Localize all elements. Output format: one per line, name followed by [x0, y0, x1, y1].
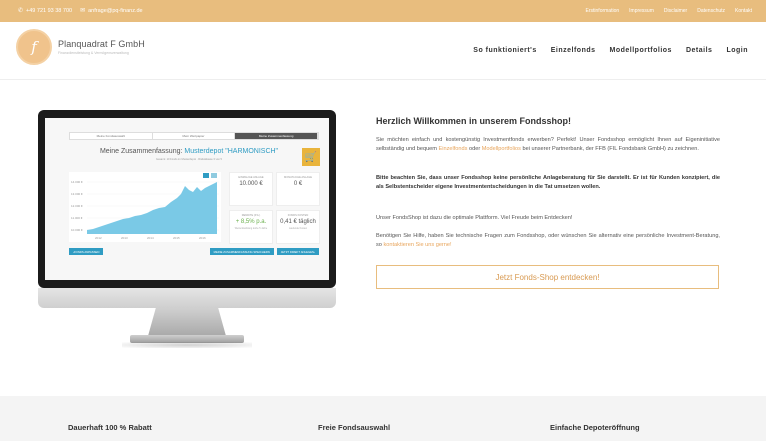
link-kontakt[interactable]: Kontakt: [735, 8, 752, 14]
nav-details[interactable]: Details: [686, 47, 712, 54]
nav-modellportfolios[interactable]: Modellportfolios: [610, 47, 672, 54]
kpi-kosten: FONDS KOSTEN 0,41 € täglich Laufende Kos…: [276, 210, 320, 244]
link-einzelfonds[interactable]: Einzelfonds: [439, 146, 468, 152]
screen-action-bar: ‹ FONDS ANPASSEN MEINE ZUSAMMENFASSUNG S…: [69, 248, 319, 256]
y-tick-13000: 13.000 €: [71, 192, 83, 196]
chart-toggle-button[interactable]: [203, 173, 209, 178]
monitor-chin: [38, 288, 336, 308]
x-tick-2012: 2012: [95, 236, 102, 240]
monitor-shadow: [122, 342, 252, 348]
x-tick-2013: 2013: [121, 236, 128, 240]
performance-chart: 14.000 € 13.000 € 12.000 € 11.000 € 10.0…: [69, 172, 221, 242]
logo-tagline: Finanzdienstleistung & Vermögensverwaltu…: [58, 51, 129, 55]
top-bar: ✆ +49 721 93 38 700 ✉ anfrage@pq-finanz.de…: [0, 0, 766, 22]
y-tick-14000: 14.000 €: [71, 180, 83, 184]
y-tick-10000: 10.000 €: [71, 228, 83, 232]
hero-paragraph-disclaimer: Bitte beachten Sie, dass unser Fondsshop…: [376, 175, 720, 190]
hero-paragraph-platform: Unser FondsShop ist dazu die optimale Pl…: [376, 215, 573, 221]
step-fondsauswahl: Meine Fondsauswahl: [70, 133, 153, 139]
nav-login[interactable]: Login: [726, 47, 748, 54]
feature-fondsauswahl: Freie Fondsauswahl: [318, 423, 391, 432]
discover-shop-button[interactable]: Jetzt Fonds-Shop entdecken!: [376, 265, 719, 289]
performance-area: [87, 182, 217, 234]
main-nav: So funktioniert's Einzelfonds Modellport…: [473, 47, 748, 54]
feature-depoteroeffnung: Einfache Depoteröffnung: [550, 423, 640, 432]
y-tick-11000: 11.000 €: [71, 216, 83, 220]
monitor-screen: Meine Fondsauswahl Mein Wertpapier Meine…: [45, 118, 329, 280]
mail-icon: ✉: [80, 8, 86, 14]
logo[interactable]: f Planquadrat F GmbH Finanzdienstleistun…: [16, 29, 145, 65]
step-wertpapier: Mein Wertpapier: [152, 133, 236, 139]
performance-chart-svg: 14.000 € 13.000 € 12.000 € 11.000 € 10.0…: [71, 173, 219, 240]
cart-icon: 🛒: [302, 148, 320, 166]
features-strip: Dauerhaft 100 % Rabatt Freie Fondsauswah…: [0, 396, 766, 441]
x-tick-2014: 2014: [147, 236, 154, 240]
link-kontakt-inline[interactable]: kontaktieren Sie uns gerne!: [383, 242, 451, 248]
summary-subtitle: Gesamt: 10 Fonds im Musterdepot · Risiko…: [156, 158, 222, 161]
nav-einzelfonds[interactable]: Einzelfonds: [551, 47, 596, 54]
link-disclaimer[interactable]: Disclaimer: [664, 8, 687, 14]
link-modellportfolios[interactable]: Modellportfolios: [482, 146, 521, 152]
email-link[interactable]: ✉ anfrage@pq-finanz.de: [80, 8, 143, 14]
chart-toggle-button-alt[interactable]: [211, 173, 217, 178]
phone-link[interactable]: ✆ +49 721 93 38 700: [18, 8, 72, 14]
logo-name: Planquadrat F GmbH: [58, 39, 145, 49]
kpi-monatlich: MONATLICHE ANLAGE 0 €: [276, 172, 320, 206]
x-tick-2016: 2016: [199, 236, 206, 240]
hero-title: Herzlich Willkommen in unserem Fondsshop…: [376, 116, 571, 126]
nav-so-funktionierts[interactable]: So funktioniert's: [473, 47, 536, 54]
feature-rabatt: Dauerhaft 100 % Rabatt: [68, 423, 152, 432]
summary-title: Meine Zusammenfassung: Musterdepot "HARM…: [99, 148, 279, 155]
x-tick-2015: 2015: [173, 236, 180, 240]
link-erstinformation[interactable]: Erstinformation: [586, 8, 620, 14]
logo-mark: f: [16, 29, 52, 65]
site-header: f Planquadrat F GmbH Finanzdienstleistun…: [0, 22, 766, 80]
invest-now-button[interactable]: JETZT DIREKT ANLEGEN ›: [276, 248, 319, 255]
wizard-steps: Meine Fondsauswahl Mein Wertpapier Meine…: [69, 132, 319, 140]
hero-paragraph-intro: Sie möchten einfach und kostengünstig In…: [376, 137, 720, 152]
link-datenschutz[interactable]: Datenschutz: [697, 8, 725, 14]
phone-icon: ✆: [18, 8, 24, 14]
fonds-anpassen-button[interactable]: ‹ FONDS ANPASSEN: [69, 248, 104, 255]
kpi-einmalig: EINMALIGE ANLAGE 10.000 €: [229, 172, 273, 206]
monitor-stand: [148, 308, 226, 336]
monitor-mockup: Meine Fondsauswahl Mein Wertpapier Meine…: [38, 110, 336, 360]
y-tick-12000: 12.000 €: [71, 204, 83, 208]
kpi-rendite: RENDITE (P.A.) + 8,5% p.a. Wertentwicklu…: [229, 210, 273, 244]
hero-paragraph-help: Benötigen Sie Hilfe, haben Sie technisch…: [376, 233, 720, 248]
step-zusammenfassung: Meine Zusammenfassung: [235, 133, 319, 139]
link-impressum[interactable]: Impressum: [629, 8, 654, 14]
save-summary-button[interactable]: MEINE ZUSAMMENFASSUNG SPEICHERN: [209, 248, 274, 255]
